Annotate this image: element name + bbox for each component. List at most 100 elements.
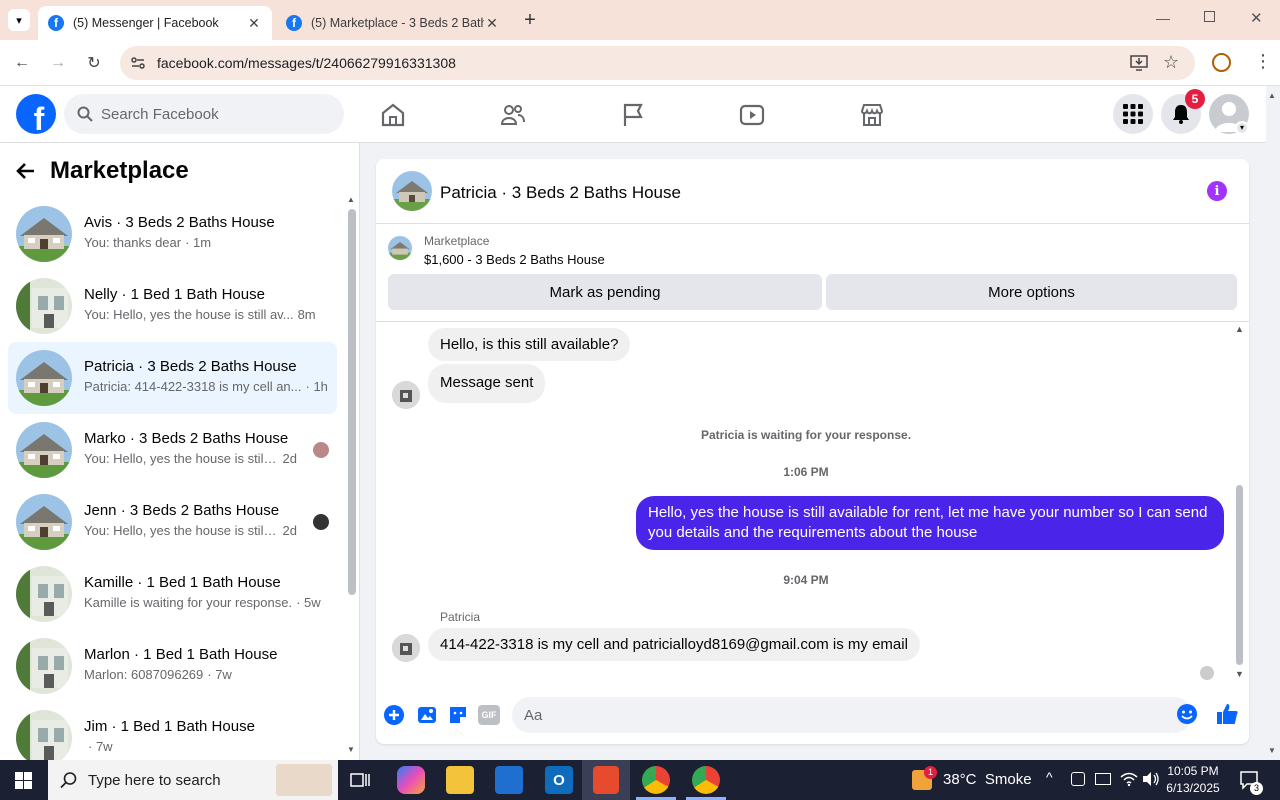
meet-now-icon[interactable]	[1071, 772, 1085, 786]
conversation-item[interactable]: Kamille · 1 Bed 1 Bath House Kamille is w…	[8, 558, 337, 630]
search-highlight-illustration	[276, 764, 332, 796]
reload-icon[interactable]: ↻	[81, 50, 107, 76]
house-thumbnail-icon	[16, 638, 72, 694]
bookmark-star-icon[interactable]: ☆	[1163, 52, 1179, 73]
chrome-profile-icon[interactable]	[692, 766, 720, 794]
weather-text[interactable]: 38°C Smoke	[943, 771, 1032, 788]
menu-grid-button[interactable]	[1113, 94, 1153, 134]
timestamp: 1:06 PM	[783, 465, 829, 479]
gif-icon[interactable]: GIF	[478, 705, 500, 725]
more-options-button[interactable]: More options	[826, 274, 1237, 310]
tab-marketplace[interactable]: f (5) Marketplace - 3 Beds 2 Baths House…	[276, 6, 510, 40]
forward-arrow-icon[interactable]: →	[45, 50, 71, 76]
conversation-time: · 1m	[185, 235, 212, 250]
install-app-icon[interactable]	[1130, 55, 1148, 71]
wifi-icon[interactable]	[1120, 771, 1138, 787]
account-chevron-icon[interactable]: ▾	[1235, 121, 1249, 135]
conversation-item[interactable]: Nelly · 1 Bed 1 Bath House You: Hello, ye…	[8, 270, 337, 342]
scroll-up-arrow-icon[interactable]: ▲	[1235, 324, 1244, 334]
chat-title[interactable]: Patricia · 3 Beds 2 Baths House	[440, 183, 681, 203]
grid-menu-icon	[1123, 104, 1143, 124]
home-icon[interactable]	[379, 101, 407, 129]
more-actions-plus-icon[interactable]	[383, 704, 405, 726]
message-input[interactable]: Aa	[512, 697, 1192, 733]
incoming-message[interactable]: 414-422-3318 is my cell and patricialloy…	[428, 628, 920, 661]
tab-messenger[interactable]: f (5) Messenger | Facebook ✕	[38, 6, 272, 40]
site-settings-icon[interactable]	[130, 55, 146, 71]
conversation-time: 2d	[282, 451, 297, 466]
conversation-name: Patricia · 3 Beds 2 Baths House	[84, 358, 297, 375]
conversation-info-icon[interactable]: i	[1207, 181, 1227, 201]
listing-title[interactable]: $1,600 - 3 Beds 2 Baths House	[424, 252, 605, 267]
clock[interactable]: 10:05 PM 6/13/2025	[1160, 763, 1226, 797]
sender-avatar[interactable]	[392, 381, 420, 409]
page-scroll-up-icon[interactable]: ▲	[1268, 91, 1276, 100]
taskbar-search-box[interactable]: Type here to search	[48, 760, 338, 800]
copilot-app-icon[interactable]	[397, 766, 425, 794]
back-arrow-icon[interactable]	[16, 161, 36, 181]
scroll-down-arrow-icon[interactable]: ▼	[347, 745, 355, 754]
conversation-preview: You: thanks dear	[84, 235, 182, 250]
address-bar[interactable]: facebook.com/messages/t/2406627991633130…	[120, 46, 1195, 80]
seen-receipt-avatar	[313, 442, 329, 458]
listing-thumbnail[interactable]	[388, 236, 412, 260]
facebook-logo[interactable]: f	[16, 94, 56, 134]
attach-photo-icon[interactable]	[416, 704, 438, 726]
chat-listing-avatar[interactable]	[392, 171, 432, 211]
chrome-icon[interactable]	[642, 766, 670, 794]
conversation-item[interactable]: Marko · 3 Beds 2 Baths House You: Hello, …	[8, 414, 337, 486]
menu-dots-icon[interactable]: ⋮	[1254, 51, 1272, 72]
pages-flag-icon[interactable]	[619, 101, 647, 129]
page-scroll-down-icon[interactable]: ▼	[1268, 746, 1276, 755]
pinned-app-icon[interactable]	[593, 766, 619, 794]
chat-scrollbar[interactable]	[1236, 485, 1243, 665]
facebook-header: f Search Facebook 5 ▾	[0, 86, 1266, 143]
listing-source: Marketplace	[424, 234, 490, 248]
close-tab-icon[interactable]: ✕	[246, 15, 262, 32]
back-arrow-icon[interactable]: ←	[9, 50, 35, 76]
battery-icon[interactable]	[1095, 773, 1111, 785]
notification-center-badge: 3	[1250, 782, 1263, 795]
marketplace-store-icon[interactable]	[858, 101, 886, 129]
sender-avatar[interactable]	[392, 634, 420, 662]
scroll-up-arrow-icon[interactable]: ▲	[347, 195, 355, 204]
file-explorer-icon[interactable]	[446, 766, 474, 794]
microsoft-store-icon[interactable]	[495, 766, 523, 794]
show-hidden-icons-chevron[interactable]: ^	[1046, 769, 1053, 785]
volume-icon[interactable]	[1142, 771, 1160, 787]
conversation-item[interactable]: Avis · 3 Beds 2 Baths House You: thanks d…	[8, 198, 337, 270]
tab-title: (5) Messenger | Facebook	[73, 16, 219, 30]
sender-name: Patricia	[440, 610, 481, 624]
conversation-avatar	[16, 206, 72, 262]
restore-icon[interactable]	[1204, 11, 1215, 22]
task-view-icon[interactable]	[350, 771, 370, 789]
conversation-preview-row: You: Hello, yes the house is still a... 2…	[84, 523, 297, 538]
emoji-icon[interactable]	[1176, 703, 1198, 725]
friends-icon[interactable]	[499, 101, 527, 129]
watch-video-icon[interactable]	[738, 101, 766, 129]
new-tab-plus-icon[interactable]: +	[519, 9, 541, 31]
conversation-item[interactable]: Marlon · 1 Bed 1 Bath House Marlon: 60870…	[8, 630, 337, 702]
outgoing-message[interactable]: Hello, yes the house is still available …	[636, 496, 1224, 550]
thumbs-up-icon[interactable]	[1215, 702, 1239, 726]
house-thumbnail-icon	[392, 171, 432, 211]
facebook-search-input[interactable]: Search Facebook	[64, 94, 344, 134]
conversation-item[interactable]: Patricia · 3 Beds 2 Baths House Patricia:…	[8, 342, 337, 414]
scroll-down-arrow-icon[interactable]: ▼	[1235, 669, 1244, 679]
conversation-name: Jim · 1 Bed 1 Bath House	[84, 718, 255, 735]
incoming-message[interactable]: Hello, is this still available?	[428, 328, 631, 361]
outlook-icon[interactable]: O	[545, 766, 573, 794]
mark-as-pending-button[interactable]: Mark as pending	[388, 274, 822, 310]
taskbar-search-icon	[60, 772, 77, 789]
minimize-icon[interactable]: —	[1156, 10, 1170, 26]
conversation-list-scrollbar[interactable]	[348, 209, 356, 595]
conversation-item[interactable]: Jenn · 3 Beds 2 Baths House You: Hello, y…	[8, 486, 337, 558]
windows-taskbar: Type here to search O 1 38°C Smoke ^ 10:…	[0, 760, 1280, 800]
windows-start-icon[interactable]	[15, 772, 32, 789]
incoming-message[interactable]: Message sent	[428, 364, 546, 403]
close-window-icon[interactable]: ✕	[1250, 9, 1263, 27]
close-tab-icon[interactable]: ✕	[484, 15, 500, 32]
profile-icon[interactable]	[1212, 53, 1231, 72]
sticker-icon[interactable]	[447, 704, 469, 726]
tab-search-chevron-icon[interactable]: ▾	[8, 9, 30, 31]
